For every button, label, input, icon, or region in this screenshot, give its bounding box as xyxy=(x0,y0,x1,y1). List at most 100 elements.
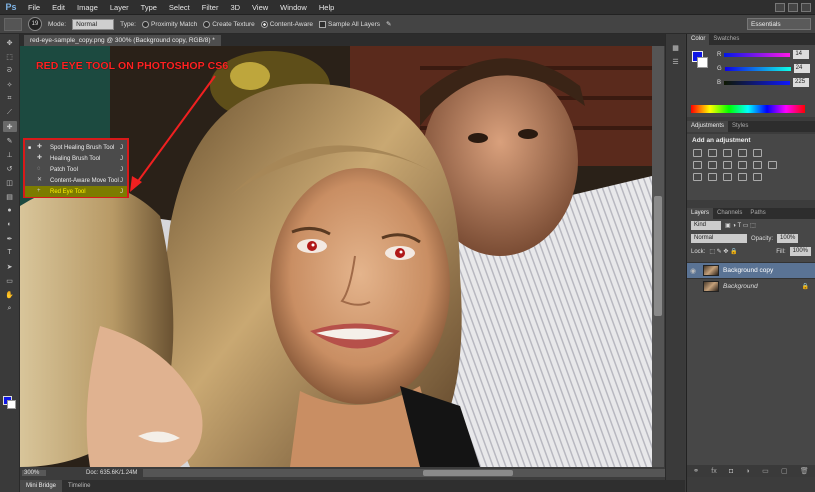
healing-tool-icon[interactable]: ✚ xyxy=(2,121,17,132)
history-panel-icon[interactable]: ▦ xyxy=(669,42,683,53)
marquee-tool-icon[interactable]: ⬚ xyxy=(3,51,17,62)
vibrance-icon[interactable] xyxy=(753,149,762,157)
stamp-tool-icon[interactable]: ⊥ xyxy=(3,149,17,160)
trash-icon[interactable]: 🗑 xyxy=(800,467,809,475)
invert-icon[interactable] xyxy=(693,173,702,181)
tab-color[interactable]: Color xyxy=(687,34,710,45)
blue-value[interactable]: 225 xyxy=(793,78,810,87)
visibility-eye-icon[interactable]: ◉ xyxy=(687,267,699,275)
color-spectrum[interactable] xyxy=(691,105,805,113)
blue-slider[interactable] xyxy=(724,80,791,85)
menu-window[interactable]: Window xyxy=(274,0,313,15)
red-value[interactable]: 14 xyxy=(793,50,810,59)
tab-styles[interactable]: Styles xyxy=(728,121,752,132)
fill-field[interactable]: 100% xyxy=(789,247,811,256)
opacity-field[interactable]: 100% xyxy=(777,234,799,243)
texture-radio[interactable] xyxy=(203,20,211,28)
tab-channels[interactable]: Channels xyxy=(713,208,746,219)
layer-mask-icon[interactable]: ◘ xyxy=(729,468,733,475)
hand-tool-icon[interactable]: ✋ xyxy=(3,289,17,300)
sample-all-layers-option[interactable]: Sample All Layers xyxy=(318,20,380,28)
green-value[interactable]: 24 xyxy=(793,64,810,73)
gradient-map-icon[interactable] xyxy=(753,173,762,181)
menu-view[interactable]: View xyxy=(246,0,274,15)
tab-adjustments[interactable]: Adjustments xyxy=(687,121,729,132)
flyout-spot-healing[interactable]: ■ ✚ Spot Healing Brush Tool J xyxy=(25,142,127,153)
menu-image[interactable]: Image xyxy=(71,0,104,15)
background-color-swatch[interactable] xyxy=(7,400,16,409)
layer-style-icon[interactable]: fx xyxy=(711,468,716,475)
move-tool-icon[interactable]: ✥ xyxy=(3,37,17,48)
lock-icons[interactable]: ⬚ ✎ ✥ 🔒 xyxy=(709,248,737,255)
close-button[interactable] xyxy=(801,2,811,12)
proximity-match-option[interactable]: Proximity Match xyxy=(141,20,197,28)
menu-select[interactable]: Select xyxy=(163,0,196,15)
canvas[interactable]: RED EYE TOOL ON PHOTOSHOP CS6 xyxy=(20,46,652,467)
tab-mini-bridge[interactable]: Mini Bridge xyxy=(20,480,63,492)
threshold-icon[interactable] xyxy=(723,173,732,181)
dodge-tool-icon[interactable]: ◐ xyxy=(3,219,17,230)
curves-icon[interactable] xyxy=(723,149,732,157)
levels-icon[interactable] xyxy=(708,149,717,157)
maximize-button[interactable] xyxy=(788,2,798,12)
zoom-field[interactable]: 300% xyxy=(22,470,46,476)
quick-select-tool-icon[interactable]: ✧ xyxy=(3,79,17,90)
brightness-icon[interactable] xyxy=(693,149,702,157)
doc-size[interactable]: Doc: 635.6K/1.24M xyxy=(86,470,137,476)
brush-size-picker[interactable]: 19 xyxy=(28,17,42,31)
blend-mode-select[interactable]: Normal xyxy=(691,234,747,243)
color-lookup-icon[interactable] xyxy=(768,161,777,169)
pen-tool-icon[interactable]: ✒ xyxy=(3,233,17,244)
lasso-tool-icon[interactable]: ᘐ xyxy=(3,65,17,76)
path-select-icon[interactable]: ➤ xyxy=(3,261,17,272)
document-tab[interactable]: red-eye-sample_copy.png @ 300% (Backgrou… xyxy=(24,35,221,46)
shape-tool-icon[interactable]: ▭ xyxy=(3,275,17,286)
tab-paths[interactable]: Paths xyxy=(746,208,769,219)
horizontal-scrollbar[interactable] xyxy=(143,469,665,477)
tab-swatches[interactable]: Swatches xyxy=(709,34,743,45)
red-slider[interactable] xyxy=(724,52,791,57)
menu-layer[interactable]: Layer xyxy=(104,0,135,15)
brush-tool-icon[interactable]: ✎ xyxy=(3,135,17,146)
tool-preset-picker[interactable] xyxy=(4,17,22,31)
black-white-icon[interactable] xyxy=(723,161,732,169)
menu-file[interactable]: File xyxy=(22,0,46,15)
hue-saturation-icon[interactable] xyxy=(693,161,702,169)
content-aware-option[interactable]: Content-Aware xyxy=(260,20,313,28)
tab-layers[interactable]: Layers xyxy=(687,208,714,219)
eraser-tool-icon[interactable]: ◫ xyxy=(3,177,17,188)
zoom-tool-icon[interactable]: ⌕ xyxy=(3,303,17,314)
properties-panel-icon[interactable]: ☰ xyxy=(669,56,683,67)
layer-background[interactable]: Background 🔒 xyxy=(687,278,815,294)
flyout-patch[interactable]: ◌ Patch Tool J xyxy=(25,164,127,175)
link-layers-icon[interactable]: ⚭ xyxy=(693,467,699,475)
tab-timeline[interactable]: Timeline xyxy=(62,480,96,492)
vertical-scrollbar[interactable] xyxy=(652,46,664,467)
menu-edit[interactable]: Edit xyxy=(46,0,71,15)
proximity-radio[interactable] xyxy=(141,20,149,28)
color-balance-icon[interactable] xyxy=(708,161,717,169)
menu-help[interactable]: Help xyxy=(313,0,340,15)
posterize-icon[interactable] xyxy=(708,173,717,181)
exposure-icon[interactable] xyxy=(738,149,747,157)
horizontal-scroll-thumb[interactable] xyxy=(423,470,514,476)
menu-filter[interactable]: Filter xyxy=(196,0,225,15)
crop-tool-icon[interactable]: ⌗ xyxy=(3,93,17,104)
adjustment-layer-icon[interactable]: ◑ xyxy=(746,468,750,475)
history-brush-icon[interactable]: ↺ xyxy=(3,163,17,174)
layer-background-copy[interactable]: ◉ Background copy xyxy=(687,262,815,278)
filter-icons[interactable]: ▣ ◑ T ▭ ⬚ xyxy=(725,222,756,229)
pressure-icon[interactable]: ✎ xyxy=(386,20,391,28)
color-bg-swatch[interactable] xyxy=(697,57,708,68)
type-tool-icon[interactable]: T xyxy=(3,247,17,258)
sample-all-checkbox[interactable] xyxy=(318,20,326,28)
new-layer-icon[interactable]: ▢ xyxy=(781,467,788,475)
flyout-healing-brush[interactable]: ✚ Healing Brush Tool J xyxy=(25,153,127,164)
content-aware-radio[interactable] xyxy=(260,20,268,28)
eyedropper-tool-icon[interactable]: ⟋ xyxy=(3,107,17,118)
blur-tool-icon[interactable]: ● xyxy=(3,205,17,216)
group-icon[interactable]: ▭ xyxy=(762,467,769,475)
flyout-content-aware-move[interactable]: ✕ Content-Aware Move Tool J xyxy=(25,175,127,186)
flyout-red-eye[interactable]: + Red Eye Tool J xyxy=(25,186,127,197)
menu-3d[interactable]: 3D xyxy=(224,0,246,15)
